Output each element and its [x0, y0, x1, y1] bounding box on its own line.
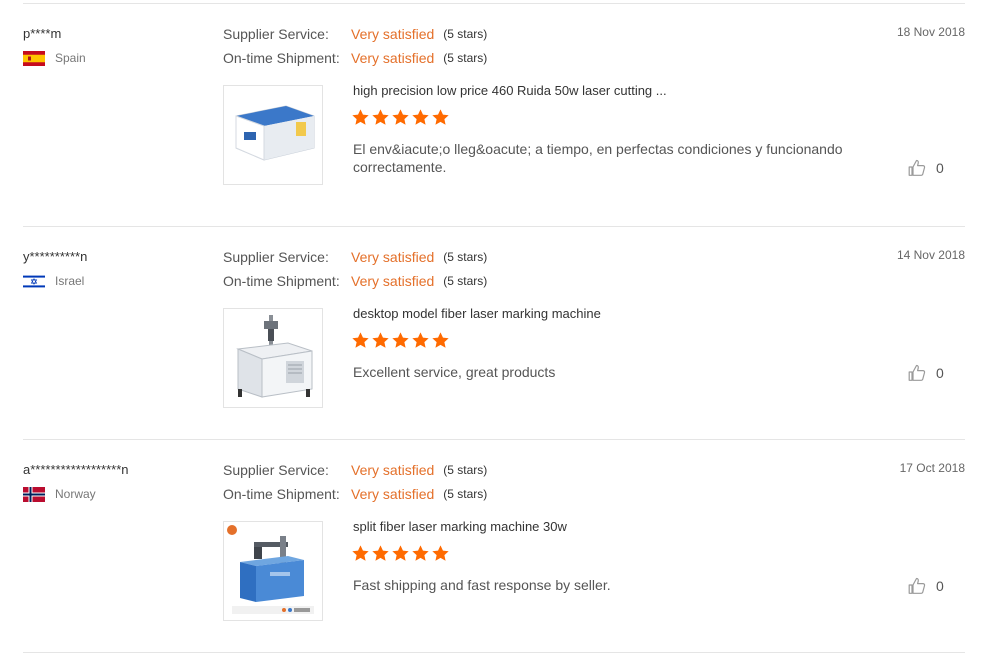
helpful-count: 0 [936, 365, 944, 381]
star-icon [351, 544, 370, 563]
star-rating [351, 331, 451, 350]
split-fiber-laser-image [224, 522, 322, 620]
reviewer-name: y**********n [23, 249, 88, 264]
flag-spain-icon [23, 50, 45, 66]
star-icon [371, 544, 390, 563]
review-date: 14 Nov 2018 [896, 248, 965, 262]
thumbs-up-icon[interactable] [907, 363, 927, 383]
ontime-shipment-stars: (5 stars) [443, 487, 488, 501]
review-comment: El env&iacute;o lleg&oacute; a tiempo, e… [353, 141, 843, 175]
laser-cutter-image [224, 86, 322, 184]
star-icon [351, 108, 370, 127]
helpful-button[interactable]: 0 [907, 158, 944, 178]
star-icon [371, 108, 390, 127]
review-item: y**********n Israel 14 Nov 2018 Supplier… [0, 226, 992, 438]
star-icon [391, 544, 410, 563]
star-icon [411, 544, 430, 563]
ontime-shipment-label: On-time Shipment: [223, 50, 340, 66]
supplier-service-label: Supplier Service: [223, 462, 329, 478]
flag-israel-icon [23, 273, 45, 289]
product-title-link[interactable]: high precision low price 460 Ruida 50w l… [353, 83, 667, 98]
star-icon [391, 108, 410, 127]
helpful-count: 0 [936, 578, 944, 594]
product-thumbnail[interactable] [223, 85, 323, 185]
supplier-service-stars: (5 stars) [443, 27, 488, 41]
review-date: 18 Nov 2018 [896, 25, 965, 39]
supplier-service-rating: Supplier Service: Very satisfied (5 star… [223, 461, 487, 479]
supplier-service-value: Very satisfied [351, 462, 435, 478]
ontime-shipment-rating: On-time Shipment: Very satisfied (5 star… [223, 272, 487, 290]
ontime-shipment-value: Very satisfied [351, 486, 435, 502]
supplier-service-label: Supplier Service: [223, 26, 329, 42]
divider [23, 652, 965, 653]
supplier-service-rating: Supplier Service: Very satisfied (5 star… [223, 248, 487, 266]
ontime-shipment-stars: (5 stars) [443, 274, 488, 288]
thumbs-up-icon[interactable] [907, 576, 927, 596]
star-icon [411, 331, 430, 350]
country-name: Spain [55, 51, 86, 65]
ontime-shipment-rating: On-time Shipment: Very satisfied (5 star… [223, 485, 487, 503]
flag-norway-icon [23, 486, 45, 502]
review-item: p****m Spain 18 Nov 2018 Supplier Servic… [0, 3, 992, 215]
supplier-service-value: Very satisfied [351, 249, 435, 265]
country-name: Norway [55, 487, 96, 501]
product-title-link[interactable]: split fiber laser marking machine 30w [353, 519, 567, 534]
supplier-service-stars: (5 stars) [443, 250, 488, 264]
star-icon [411, 108, 430, 127]
supplier-service-stars: (5 stars) [443, 463, 488, 477]
star-icon [431, 331, 450, 350]
supplier-service-rating: Supplier Service: Very satisfied (5 star… [223, 25, 487, 43]
reviewer-country: Spain [23, 50, 86, 66]
ontime-shipment-value: Very satisfied [351, 273, 435, 289]
ontime-shipment-label: On-time Shipment: [223, 273, 340, 289]
ontime-shipment-rating: On-time Shipment: Very satisfied (5 star… [223, 49, 487, 67]
star-icon [431, 544, 450, 563]
reviewer-name: p****m [23, 26, 62, 41]
ontime-shipment-value: Very satisfied [351, 50, 435, 66]
ontime-shipment-stars: (5 stars) [443, 51, 488, 65]
review-comment: Fast shipping and fast response by selle… [353, 577, 611, 593]
star-icon [371, 331, 390, 350]
review-comment: Excellent service, great products [353, 364, 556, 380]
thumbs-up-icon[interactable] [907, 158, 927, 178]
star-icon [431, 108, 450, 127]
helpful-count: 0 [936, 160, 944, 176]
helpful-button[interactable]: 0 [907, 363, 944, 383]
product-thumbnail[interactable] [223, 308, 323, 408]
star-rating [351, 108, 451, 127]
fiber-laser-marking-machine-image [224, 309, 322, 407]
star-rating [351, 544, 451, 563]
reviewer-country: Norway [23, 486, 96, 502]
reviewer-country: Israel [23, 273, 84, 289]
star-icon [391, 331, 410, 350]
product-thumbnail[interactable] [223, 521, 323, 621]
product-title-link[interactable]: desktop model fiber laser marking machin… [353, 306, 601, 321]
star-icon [351, 331, 370, 350]
reviewer-name: a******************n [23, 462, 129, 477]
helpful-button[interactable]: 0 [907, 576, 944, 596]
country-name: Israel [55, 274, 85, 288]
supplier-service-label: Supplier Service: [223, 249, 329, 265]
review-item: a******************n Norway 17 Oct 2018 … [0, 439, 992, 651]
supplier-service-value: Very satisfied [351, 26, 435, 42]
review-date: 17 Oct 2018 [899, 461, 965, 475]
ontime-shipment-label: On-time Shipment: [223, 486, 340, 502]
